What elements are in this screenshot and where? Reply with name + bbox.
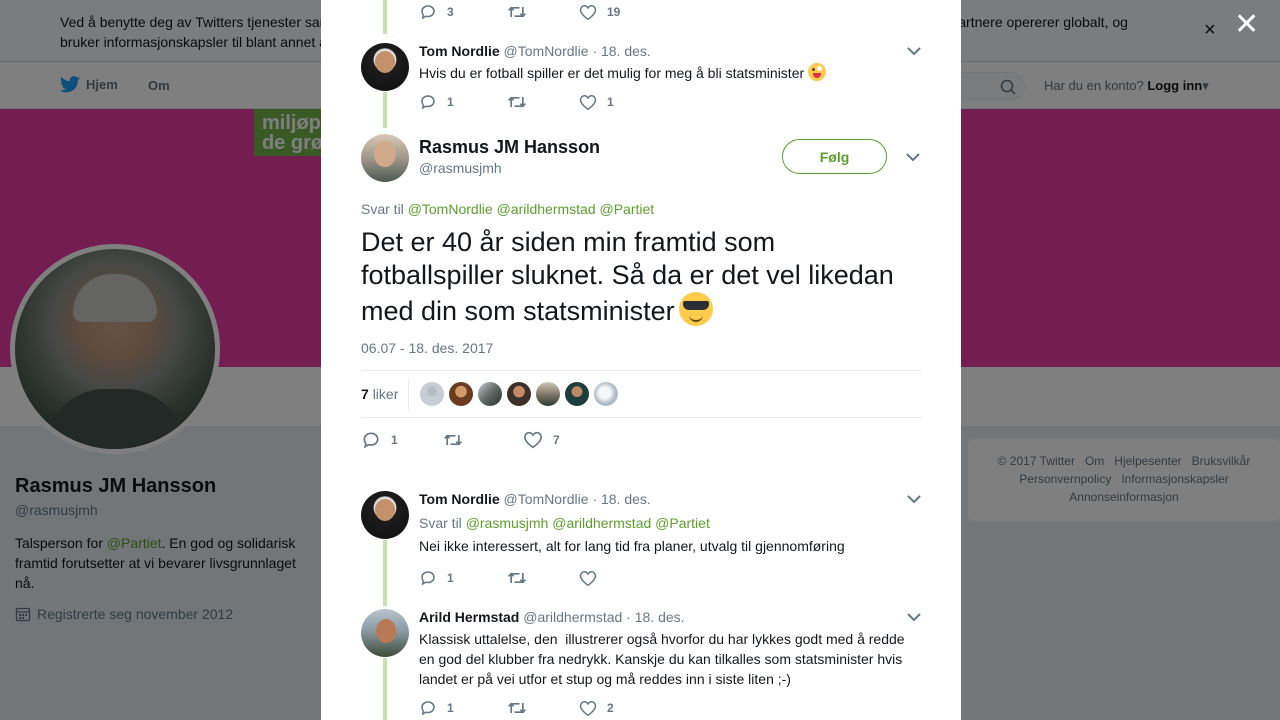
reply-icon xyxy=(421,95,435,110)
tweet-date[interactable]: · 18. des. xyxy=(626,609,684,625)
tweet-text-content: Hvis du er fotball spiller er det mulig … xyxy=(419,65,805,81)
chevron-down-icon[interactable] xyxy=(907,612,921,622)
main-tweet-text-content: Det er 40 år siden min framtid som fotba… xyxy=(361,227,894,326)
author-handle[interactable]: @TomNordlie xyxy=(504,491,589,507)
liker-avatar[interactable] xyxy=(507,382,531,406)
reply-mentions[interactable]: @rasmusjmh @arildhermstad @Partiet xyxy=(466,515,710,531)
liker-avatar[interactable] xyxy=(478,382,502,406)
like-button[interactable]: 1 xyxy=(579,94,614,111)
thread-connector-line xyxy=(383,0,387,34)
reply-mentions[interactable]: @TomNordlie @arildhermstad @Partiet xyxy=(408,201,655,217)
author-handle[interactable]: @TomNordlie xyxy=(504,43,589,59)
tweet-text: Klassisk uttalelse, den illustrerer også… xyxy=(419,631,909,687)
avatar[interactable] xyxy=(361,609,409,657)
like-button[interactable]: 2 xyxy=(579,700,614,717)
liker-avatar[interactable] xyxy=(536,382,560,406)
like-count: 2 xyxy=(607,701,614,715)
chevron-down-icon[interactable] xyxy=(907,494,921,504)
reply-count: 1 xyxy=(447,95,454,109)
likes-stat-count: 7 xyxy=(361,386,369,402)
likes-stat[interactable]: 7 liker xyxy=(361,386,398,402)
reply-button[interactable]: 1 xyxy=(419,699,507,717)
divider xyxy=(408,379,409,411)
retweet-button[interactable] xyxy=(507,699,579,717)
like-count: 1 xyxy=(607,95,614,109)
liker-avatar[interactable] xyxy=(594,382,618,406)
reply-icon xyxy=(421,571,435,586)
retweet-icon xyxy=(444,434,462,446)
avatar[interactable] xyxy=(361,134,409,182)
tweet-date[interactable]: · 18. des. xyxy=(592,491,650,507)
reply-button[interactable]: 1 xyxy=(419,93,507,111)
reply-icon xyxy=(421,701,435,716)
tweet-modal: 3 19 Tom Nordlie @TomNordlie · 18. des. … xyxy=(321,0,961,720)
tweet-actions: 1 xyxy=(419,569,607,587)
heart-icon xyxy=(579,700,597,716)
heart-icon xyxy=(579,4,597,20)
heart-icon xyxy=(523,431,543,449)
tweet-actions: 1 7 xyxy=(361,430,560,450)
likes-stat-word: liker xyxy=(372,386,399,402)
reply-button[interactable]: 1 xyxy=(419,569,507,587)
heart-icon xyxy=(579,570,597,586)
like-count: 19 xyxy=(607,5,621,19)
tweet-actions: 1 2 xyxy=(419,699,614,717)
tweet-text: Nei ikke interessert, alt for lang tid f… xyxy=(419,538,845,554)
tweet-stats: 7 liker xyxy=(361,370,921,418)
winking-tongue-emoji-icon xyxy=(808,63,827,81)
tweet-actions: 1 1 xyxy=(419,93,614,111)
reply-button[interactable]: 3 xyxy=(419,3,507,21)
reply-prefix: Svar til xyxy=(361,201,404,217)
main-tweet-text: Det er 40 år siden min framtid som fotba… xyxy=(361,226,921,328)
liker-avatar[interactable] xyxy=(565,382,589,406)
retweet-icon xyxy=(508,702,526,714)
reply-count: 1 xyxy=(391,433,398,447)
like-button[interactable] xyxy=(579,570,607,587)
author-name[interactable]: Tom Nordlie xyxy=(419,491,500,507)
tweet-timestamp[interactable]: 06.07 - 18. des. 2017 xyxy=(361,340,493,356)
liker-avatar[interactable] xyxy=(420,382,444,406)
retweet-button[interactable] xyxy=(507,569,579,587)
author-handle[interactable]: @rasmusjmh xyxy=(419,160,502,176)
follow-button[interactable]: Følg xyxy=(782,139,887,174)
modal-close-button[interactable]: ✕ xyxy=(1234,10,1259,40)
reply-count: 1 xyxy=(447,701,454,715)
reply-context: Svar til @TomNordlie @arildhermstad @Par… xyxy=(361,201,654,217)
sunglasses-emoji-icon xyxy=(678,292,713,326)
author-handle[interactable]: @arildhermstad xyxy=(523,609,622,625)
reply-icon xyxy=(363,432,379,449)
retweet-icon xyxy=(508,6,526,18)
liker-avatar[interactable] xyxy=(449,382,473,406)
retweet-button[interactable] xyxy=(507,93,579,111)
retweet-icon xyxy=(508,96,526,108)
tweet-header: Tom Nordlie @TomNordlie · 18. des. xyxy=(419,42,921,60)
reply-context: Svar til @rasmusjmh @arildhermstad @Part… xyxy=(419,514,921,532)
tweet-header: Arild Hermstad @arildhermstad · 18. des. xyxy=(419,608,921,626)
reply-button[interactable]: 1 xyxy=(361,430,443,450)
author-name[interactable]: Arild Hermstad xyxy=(419,609,519,625)
retweet-button[interactable] xyxy=(443,431,523,449)
author-name[interactable]: Rasmus JM Hansson xyxy=(419,137,600,158)
chevron-down-icon[interactable] xyxy=(907,46,921,56)
avatar[interactable] xyxy=(361,491,409,539)
retweet-icon xyxy=(508,572,526,584)
like-button[interactable]: 7 xyxy=(523,431,560,449)
avatar[interactable] xyxy=(361,43,409,91)
tweet-actions: 3 19 xyxy=(419,3,620,21)
tweet-header: Tom Nordlie @TomNordlie · 18. des. xyxy=(419,490,921,508)
reply-icon xyxy=(421,5,435,20)
tweet-date[interactable]: · 18. des. xyxy=(592,43,650,59)
reply-prefix: Svar til xyxy=(419,515,462,531)
likers-avatars xyxy=(420,382,623,406)
chevron-down-icon[interactable] xyxy=(906,152,920,162)
author-name[interactable]: Tom Nordlie xyxy=(419,43,500,59)
retweet-button[interactable] xyxy=(507,3,579,21)
like-count: 7 xyxy=(553,433,560,447)
tweet-text: Hvis du er fotball spiller er det mulig … xyxy=(419,63,921,83)
reply-count: 3 xyxy=(447,5,454,19)
like-button[interactable]: 19 xyxy=(579,4,620,21)
heart-icon xyxy=(579,94,597,110)
reply-count: 1 xyxy=(447,571,454,585)
